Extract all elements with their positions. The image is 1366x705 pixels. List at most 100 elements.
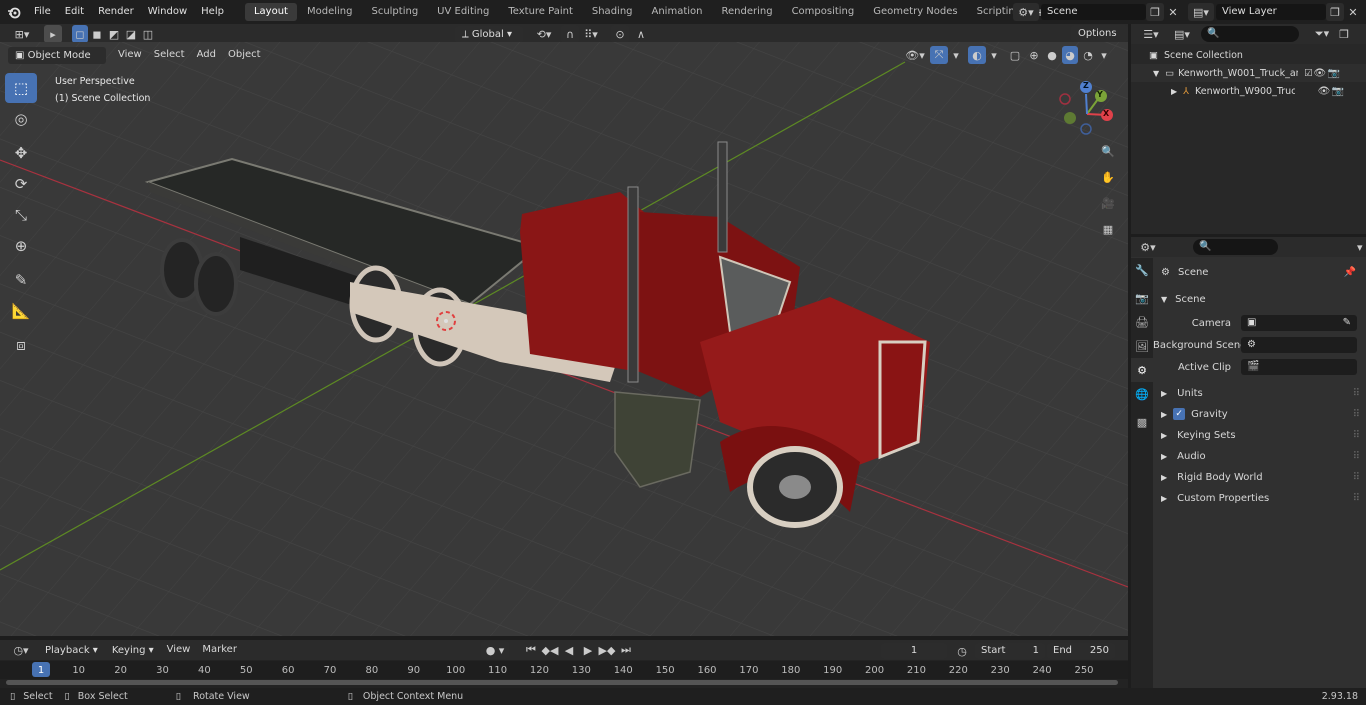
tool-move-icon[interactable]: ✥	[5, 138, 37, 168]
blender-logo-icon[interactable]	[5, 3, 23, 21]
tab-uv-editing[interactable]: UV Editing	[428, 3, 498, 21]
gravity-checkbox[interactable]: ✓	[1173, 408, 1186, 420]
view-layer-field[interactable]: View Layer	[1216, 4, 1326, 20]
play-icon[interactable]: ▶	[579, 641, 597, 659]
start-frame-field[interactable]: Start 1	[975, 643, 1045, 659]
rigid-body-world-section[interactable]: ▶ Rigid Body World ⠿	[1153, 467, 1366, 487]
end-frame-field[interactable]: End 250	[1047, 643, 1115, 659]
drag-handle-icon[interactable]: ⠿	[1353, 472, 1360, 483]
gizmo-toggle-icon[interactable]: ⤧	[930, 46, 948, 64]
camera-view-icon[interactable]: 🎥	[1097, 193, 1119, 213]
tool-scale-icon[interactable]: ⤡	[5, 200, 37, 230]
tool-select-box-icon[interactable]: ⬚	[5, 73, 37, 103]
menu-add[interactable]: Add	[191, 46, 222, 64]
timeline-scrollbar[interactable]	[6, 680, 1118, 685]
shading-dropdown-icon[interactable]: ▾	[1098, 46, 1110, 64]
current-frame-field[interactable]: 1	[881, 643, 947, 659]
shading-rendered-icon[interactable]: ◔	[1080, 46, 1096, 64]
world-tab-icon[interactable]: 🌐	[1131, 382, 1153, 406]
eyedropper-icon[interactable]: ✎	[1343, 315, 1351, 331]
scene-selector-icon[interactable]: ⚙▾	[1013, 3, 1039, 21]
preview-range-icon[interactable]: ◷	[953, 642, 971, 660]
camera-render-icon[interactable]: 📷	[1331, 86, 1345, 97]
keying-menu[interactable]: Keying ▾	[105, 642, 161, 659]
tab-layout[interactable]: Layout	[244, 3, 297, 21]
scene-tab-icon[interactable]: ⚙	[1131, 358, 1153, 382]
timeline-view-menu[interactable]: View	[161, 641, 197, 659]
drag-handle-icon[interactable]: ⠿	[1353, 493, 1360, 504]
record-keyframe-icon[interactable]: ● ▾	[481, 641, 509, 659]
select-mode-difference-icon[interactable]: ◪	[123, 25, 139, 43]
render-tab-icon[interactable]: 📷	[1131, 286, 1153, 310]
select-mode-extend-icon[interactable]: ◼	[89, 25, 105, 43]
outliner-search-input[interactable]: 🔍	[1201, 26, 1299, 42]
expand-arrow-icon[interactable]: ▼	[1153, 69, 1159, 78]
pin-icon[interactable]: 📌	[1344, 267, 1356, 278]
drag-handle-icon[interactable]: ⠿	[1353, 430, 1360, 441]
outliner-editor-type-icon[interactable]: ☰▾	[1139, 25, 1163, 43]
select-mode-new-icon[interactable]: ◻	[72, 25, 88, 43]
tab-geometry-nodes[interactable]: Geometry Nodes	[864, 3, 966, 21]
jump-prev-keyframe-icon[interactable]: ◆◀	[541, 641, 559, 659]
menu-select[interactable]: Select	[148, 46, 191, 64]
expand-arrow-icon[interactable]: ▶	[1171, 87, 1177, 96]
view-layer-tab-icon[interactable]: 🖼	[1131, 334, 1153, 358]
menu-help[interactable]: Help	[194, 0, 231, 24]
tool-transform-icon[interactable]: ⊕	[5, 231, 37, 261]
output-tab-icon[interactable]: 🖨	[1131, 310, 1153, 334]
tool-cursor-icon[interactable]: ◎	[5, 104, 37, 134]
select-mode-subtract-icon[interactable]: ◩	[106, 25, 122, 43]
texture-tab-icon[interactable]: ▩	[1131, 410, 1153, 434]
visibility-filter-icon[interactable]: 👁▾	[902, 46, 928, 64]
tab-compositing[interactable]: Compositing	[783, 3, 864, 21]
options-dropdown[interactable]: Options ▾	[1071, 25, 1128, 56]
tool-measure-icon[interactable]: 📐	[5, 296, 37, 326]
tab-rendering[interactable]: Rendering	[712, 3, 781, 21]
scene-name-field[interactable]: Scene	[1041, 4, 1146, 20]
delete-scene-icon[interactable]: ✕	[1164, 3, 1182, 21]
units-section[interactable]: ▶ Units ⠿	[1153, 383, 1366, 403]
3d-viewport[interactable]: X Y Z User Perspective (1) Scene Collect…	[0, 42, 1128, 636]
tab-sculpting[interactable]: Sculpting	[362, 3, 427, 21]
scene-panel-header[interactable]: ▼ Scene	[1153, 289, 1366, 309]
outliner-root[interactable]: ▣ Scene Collection	[1131, 46, 1366, 64]
xray-icon[interactable]: ▢	[1006, 46, 1024, 64]
menu-window[interactable]: Window	[141, 0, 194, 24]
perspective-toggle-icon[interactable]: ▦	[1097, 219, 1119, 239]
shading-solid-icon[interactable]: ●	[1044, 46, 1060, 64]
proportional-edit-icon[interactable]: ⊙	[611, 25, 629, 43]
tab-animation[interactable]: Animation	[643, 3, 712, 21]
jump-start-icon[interactable]: ⏮	[522, 641, 540, 659]
drag-handle-icon[interactable]: ⠿	[1353, 451, 1360, 462]
outliner-item[interactable]: ▼ ▭ Kenworth_W001_Truck_and_F ☑ 👁 📷	[1131, 64, 1366, 82]
collection-checkbox-icon[interactable]: ☑	[1304, 68, 1313, 79]
outliner-filter-icon[interactable]: ⏷▾	[1309, 25, 1335, 43]
timeline-marker-menu[interactable]: Marker	[196, 641, 243, 659]
play-reverse-icon[interactable]: ◀	[560, 641, 578, 659]
timeline-editor-type-icon[interactable]: ◷▾	[8, 641, 34, 659]
frame-ruler[interactable]: 1 10 20 30 40 50 60 70 80 90 100 110 120 130 140 150 160…	[0, 661, 1128, 679]
tab-texture-paint[interactable]: Texture Paint	[499, 3, 582, 21]
camera-field[interactable]: ▣ ✎	[1241, 315, 1357, 331]
overlay-dropdown-icon[interactable]: ▾	[988, 46, 1000, 64]
view-layer-selector-icon[interactable]: ▤▾	[1188, 3, 1214, 21]
menu-view[interactable]: View	[112, 46, 148, 64]
menu-edit[interactable]: Edit	[58, 0, 91, 24]
properties-editor-type-icon[interactable]: ⚙▾	[1139, 238, 1157, 256]
zoom-icon[interactable]: 🔍	[1097, 141, 1119, 161]
eye-icon[interactable]: 👁	[1313, 68, 1327, 79]
gravity-section[interactable]: ▶ ✓ Gravity ⠿	[1153, 404, 1366, 424]
new-view-layer-icon[interactable]: ❐	[1326, 3, 1344, 21]
falloff-icon[interactable]: ∧	[629, 25, 653, 43]
select-tool-icon[interactable]: ▸	[44, 25, 62, 43]
tool-tab-icon[interactable]: 🔧	[1131, 258, 1153, 282]
playback-menu[interactable]: Playback ▾	[38, 642, 105, 659]
tool-annotate-icon[interactable]: ✎	[5, 265, 37, 295]
background-scene-field[interactable]: ⚙	[1241, 337, 1357, 353]
mode-dropdown[interactable]: ▣ Object Mode	[8, 46, 106, 64]
outliner-item[interactable]: ▶ ⅄ Kenworth_W900_Truck_a 👁 📷	[1131, 82, 1366, 100]
menu-file[interactable]: File	[27, 0, 58, 24]
menu-object[interactable]: Object	[222, 46, 267, 64]
snap-target-icon[interactable]: ⠿▾	[579, 25, 603, 43]
select-mode-intersect-icon[interactable]: ◫	[140, 25, 156, 43]
